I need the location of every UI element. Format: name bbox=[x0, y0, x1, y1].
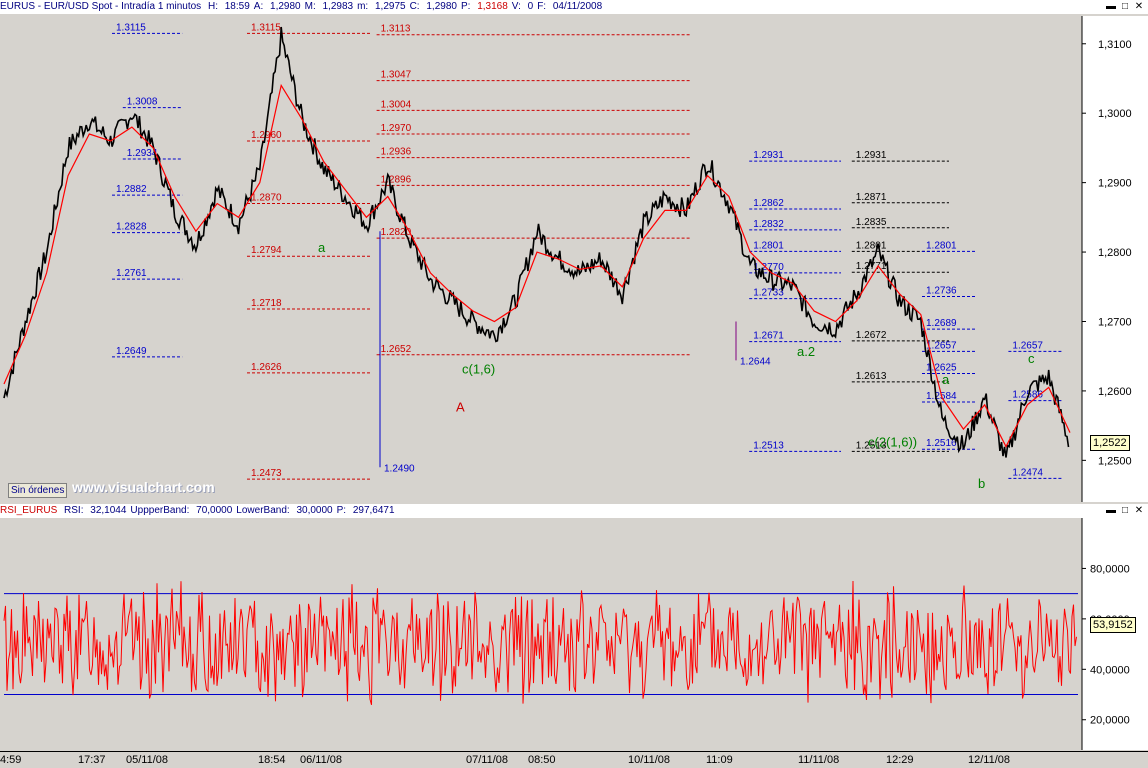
fib-level-label: 1.2794 bbox=[251, 245, 282, 256]
fib-level-label: 1.2835 bbox=[856, 217, 887, 228]
rsi-tick-label: 80,0000 bbox=[1090, 563, 1130, 575]
time-axis-label: 08:50 bbox=[528, 754, 556, 766]
rsi-chart[interactable]: 80,000060,000040,000020,0000 bbox=[0, 504, 1148, 751]
fib-level-label: 1.3047 bbox=[381, 70, 412, 81]
time-axis-label: 06/11/08 bbox=[300, 754, 343, 766]
fib-level-label: 1.2896 bbox=[381, 174, 412, 185]
price-tick-label: 1,2700 bbox=[1098, 316, 1132, 328]
fib-level-label: 1.2862 bbox=[753, 198, 784, 209]
fib-level-label: 1.2671 bbox=[753, 331, 784, 342]
fib-level-label: 1.2870 bbox=[251, 192, 282, 203]
projection-label: 1.2490 bbox=[384, 463, 415, 474]
time-axis-label: 11:09 bbox=[706, 754, 733, 766]
fib-level-label: 1.2882 bbox=[116, 184, 147, 195]
fib-level-label: 1.2657 bbox=[1012, 340, 1043, 351]
fib-level-label: 1.2657 bbox=[926, 340, 957, 351]
time-axis-label: 12/11/08 bbox=[968, 754, 1011, 766]
fib-level-label: 1.2718 bbox=[251, 298, 282, 309]
time-axis-label: 12:29 bbox=[886, 754, 914, 766]
price-tick-label: 1,3100 bbox=[1098, 39, 1132, 51]
wave-label: c bbox=[1028, 351, 1035, 366]
fib-level-label: 1.2801 bbox=[753, 240, 784, 251]
fib-level-label: 1.2934 bbox=[127, 148, 158, 159]
fib-level-label: 1.2689 bbox=[926, 318, 957, 329]
price-tick-label: 1,2500 bbox=[1098, 455, 1132, 467]
fib-level-label: 1.2733 bbox=[753, 288, 784, 299]
rsi-series-line bbox=[3, 580, 1077, 706]
fib-level-label: 1.2970 bbox=[381, 123, 412, 134]
fib-level-label: 1.2931 bbox=[753, 150, 784, 161]
rsi-last-badge: 53,9152 bbox=[1090, 617, 1136, 633]
wave-label: c(1,6) bbox=[462, 362, 495, 377]
wave-label: c(2(1,6)) bbox=[868, 434, 917, 449]
rsi-tick-label: 40,0000 bbox=[1090, 664, 1130, 676]
price-series-line bbox=[3, 26, 1070, 458]
fib-level-label: 1.2672 bbox=[856, 330, 887, 341]
fib-level-label: 1.2474 bbox=[1012, 467, 1043, 478]
price-tick-label: 1,2800 bbox=[1098, 247, 1132, 259]
fib-level-label: 1.3004 bbox=[381, 99, 412, 110]
watermark: www.visualchart.com bbox=[72, 479, 215, 495]
wave-label: a bbox=[318, 240, 326, 255]
wave-label: b bbox=[978, 476, 985, 491]
fib-level-label: 1.2613 bbox=[856, 371, 887, 382]
last-price-badge: 1,2522 bbox=[1090, 435, 1130, 451]
fib-level-label: 1.2828 bbox=[116, 222, 147, 233]
fib-level-label: 1.2626 bbox=[251, 362, 282, 373]
fib-level-label: 1.2652 bbox=[381, 344, 412, 355]
wave-label: A bbox=[456, 400, 465, 415]
time-axis-label: 10/11/08 bbox=[628, 754, 671, 766]
fib-level-label: 1.2871 bbox=[856, 192, 887, 203]
wave-label: a.2 bbox=[797, 344, 815, 359]
wave-label: a bbox=[942, 372, 950, 387]
fib-level-label: 1.3115 bbox=[251, 22, 281, 33]
time-axis-label: 4:59 bbox=[0, 754, 22, 766]
price-tick-label: 1,3000 bbox=[1098, 108, 1132, 120]
time-axis-label: 11/11/08 bbox=[798, 754, 840, 766]
fib-level-label: 1.2832 bbox=[753, 219, 784, 230]
fib-level-label: 1.2931 bbox=[856, 150, 887, 161]
rsi-tick-label: 20,0000 bbox=[1090, 715, 1130, 727]
time-axis: 4:59 17:37 05/11/08 18:54 06/11/08 07/11/08 08… bbox=[0, 751, 1148, 768]
fib-level-label: 1.3008 bbox=[127, 97, 158, 108]
fib-level-label: 1.2473 bbox=[251, 468, 282, 479]
time-axis-label: 07/11/08 bbox=[466, 754, 509, 766]
fib-level-label: 1.3115 bbox=[116, 22, 146, 33]
fib-level-label: 1.2936 bbox=[381, 147, 412, 158]
time-axis-label: 18:54 bbox=[258, 754, 286, 766]
projection-label: 1.2644 bbox=[740, 356, 771, 367]
time-axis-label: 17:37 bbox=[78, 754, 106, 766]
moving-average-line bbox=[3, 83, 1071, 448]
fib-level-label: 1.3113 bbox=[381, 24, 411, 35]
orders-status-button[interactable]: Sin órdenes bbox=[8, 483, 68, 498]
fib-level-label: 1.2513 bbox=[753, 440, 784, 451]
price-chart[interactable]: 1,3100 1,3000 1,2900 1,2800 1,2700 1,2600 1,25… bbox=[0, 0, 1148, 504]
fib-level-label: 1.2736 bbox=[926, 285, 957, 296]
price-tick-label: 1,2600 bbox=[1098, 386, 1132, 398]
fib-level-label: 1.2801 bbox=[856, 240, 887, 251]
price-tick-label: 1,2900 bbox=[1098, 178, 1132, 190]
fib-level-label: 1.2649 bbox=[116, 346, 147, 357]
fib-level-label: 1.2761 bbox=[116, 268, 147, 279]
fib-level-label: 1.2801 bbox=[926, 240, 957, 251]
time-axis-label: 05/11/08 bbox=[126, 754, 169, 766]
